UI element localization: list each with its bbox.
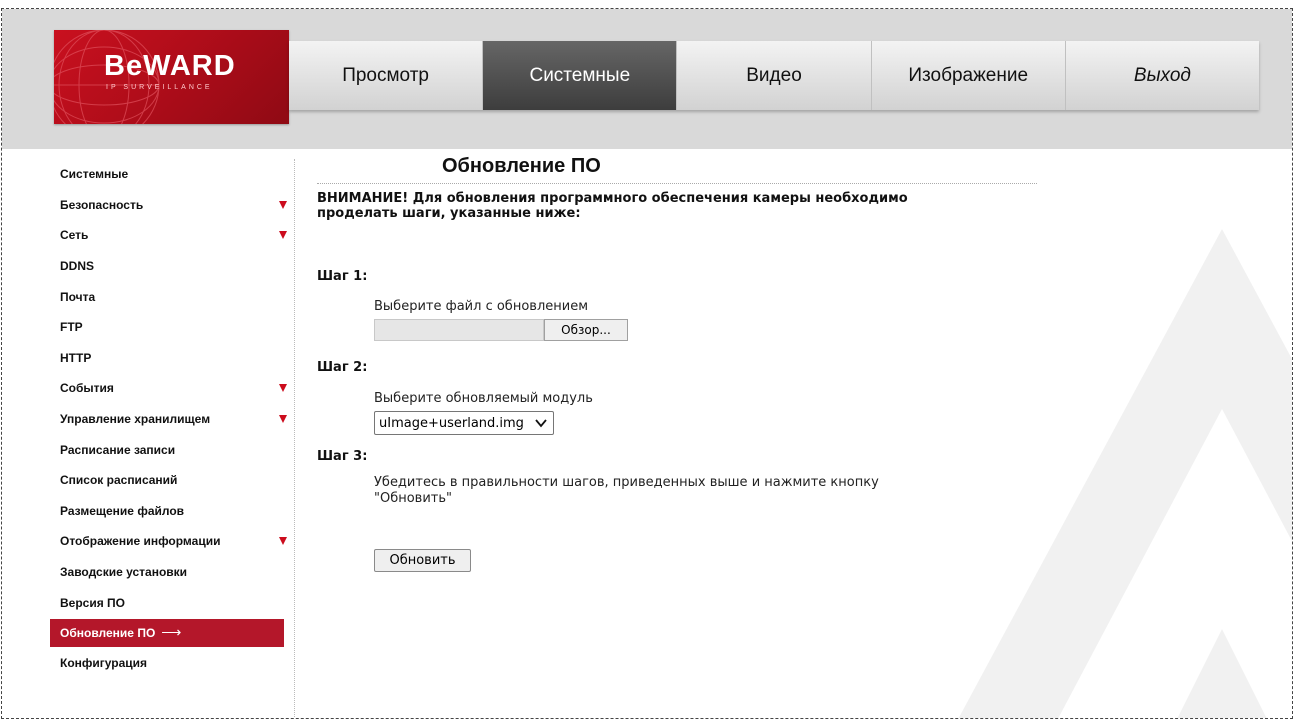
expand-arrow-icon (279, 200, 287, 209)
sidebar-item-label: Отображение информации (60, 534, 221, 549)
module-select-value: uImage+userland.img (379, 415, 524, 431)
sidebar: Системные Безопасность Сеть DDNS Почта F… (50, 159, 290, 679)
tab-video[interactable]: Видео (677, 41, 872, 110)
browse-button[interactable]: Обзор... (544, 319, 628, 341)
sidebar-item-label: Версия ПО (60, 595, 126, 610)
step2-heading: Шаг 2: (317, 360, 368, 375)
sidebar-item-ftp[interactable]: FTP (50, 312, 290, 343)
sidebar-item-factory-defaults[interactable]: Заводские установки (50, 557, 290, 588)
logo-text: BeWARD (104, 50, 236, 82)
main-content: Обновление ПО ВНИМАНИЕ! Для обновления п… (302, 149, 1292, 718)
tab-izobrazhenie[interactable]: Изображение (872, 41, 1066, 110)
sidebar-item-configuration[interactable]: Конфигурация (50, 648, 290, 679)
sidebar-item-events[interactable]: События (50, 373, 290, 404)
warning-text: ВНИМАНИЕ! Для обновления программного об… (317, 191, 908, 221)
step2-text: Выберите обновляемый модуль (374, 391, 593, 406)
sidebar-item-label: FTP (60, 320, 83, 335)
tab-sistemnye[interactable]: Системные (483, 41, 678, 110)
expand-arrow-icon (279, 414, 287, 423)
sidebar-item-firmware-update[interactable]: Обновление ПО ⟶ (50, 618, 284, 647)
sidebar-item-record-schedule[interactable]: Расписание записи (50, 434, 290, 465)
update-button[interactable]: Обновить (374, 549, 471, 572)
sidebar-item-label: Почта (60, 289, 96, 304)
sidebar-item-label: DDNS (60, 259, 95, 274)
sidebar-divider (294, 159, 295, 718)
top-navigation: Просмотр Системные Видео Изображение Вых… (289, 41, 1259, 110)
file-picker: Обзор... (374, 319, 628, 341)
sidebar-item-label: Расписание записи (60, 442, 176, 457)
logo-subtitle: IP SURVEILLANCE (106, 84, 213, 91)
sidebar-item-mail[interactable]: Почта (50, 281, 290, 312)
tab-logout[interactable]: Выход (1066, 41, 1259, 110)
sidebar-item-label: HTTP (60, 350, 92, 365)
step1-text: Выберите файл с обновлением (374, 299, 588, 314)
tab-prosmotr[interactable]: Просмотр (289, 41, 484, 110)
file-path-field[interactable] (374, 319, 544, 341)
page-title: Обновление ПО (442, 155, 601, 177)
step1-heading: Шаг 1: (317, 269, 368, 284)
expand-arrow-icon (279, 231, 287, 240)
sidebar-item-label: Заводские установки (60, 565, 188, 580)
step3-text: Убедитесь в правильности шагов, приведен… (374, 475, 879, 506)
sidebar-item-http[interactable]: HTTP (50, 343, 290, 374)
beward-logo: BeWARD IP SURVEILLANCE (54, 30, 289, 124)
sidebar-item-label: Системные (60, 167, 129, 182)
sidebar-item-label: Обновление ПО (60, 625, 156, 640)
sidebar-item-info-display[interactable]: Отображение информации (50, 526, 290, 557)
sidebar-item-ddns[interactable]: DDNS (50, 251, 290, 282)
chevron-down-icon (535, 419, 547, 428)
header: BeWARD IP SURVEILLANCE Просмотр Системны… (2, 9, 1292, 149)
sidebar-item-label: Безопасность (60, 197, 144, 212)
watermark-logo-icon (958, 229, 1292, 718)
sidebar-item-schedule-list[interactable]: Список расписаний (50, 465, 290, 496)
sidebar-item-system[interactable]: Системные (50, 159, 290, 190)
sidebar-item-firmware-version[interactable]: Версия ПО (50, 587, 290, 618)
module-select[interactable]: uImage+userland.img (374, 411, 554, 435)
right-arrow-icon: ⟶ (161, 624, 182, 641)
sidebar-item-label: Управление хранилищем (60, 412, 211, 427)
sidebar-item-file-location[interactable]: Размещение файлов (50, 496, 290, 527)
sidebar-item-label: Размещение файлов (60, 503, 185, 518)
expand-arrow-icon (279, 537, 287, 546)
sidebar-item-network[interactable]: Сеть (50, 220, 290, 251)
page-frame: BeWARD IP SURVEILLANCE Просмотр Системны… (1, 8, 1293, 719)
sidebar-item-label: Список расписаний (60, 473, 178, 488)
expand-arrow-icon (279, 384, 287, 393)
sidebar-item-security[interactable]: Безопасность (50, 190, 290, 221)
sidebar-item-label: События (60, 381, 114, 396)
sidebar-item-label: Конфигурация (60, 656, 148, 671)
sidebar-item-storage[interactable]: Управление хранилищем (50, 404, 290, 435)
title-divider (317, 183, 1037, 184)
sidebar-item-label: Сеть (60, 228, 89, 243)
step3-heading: Шаг 3: (317, 449, 368, 464)
